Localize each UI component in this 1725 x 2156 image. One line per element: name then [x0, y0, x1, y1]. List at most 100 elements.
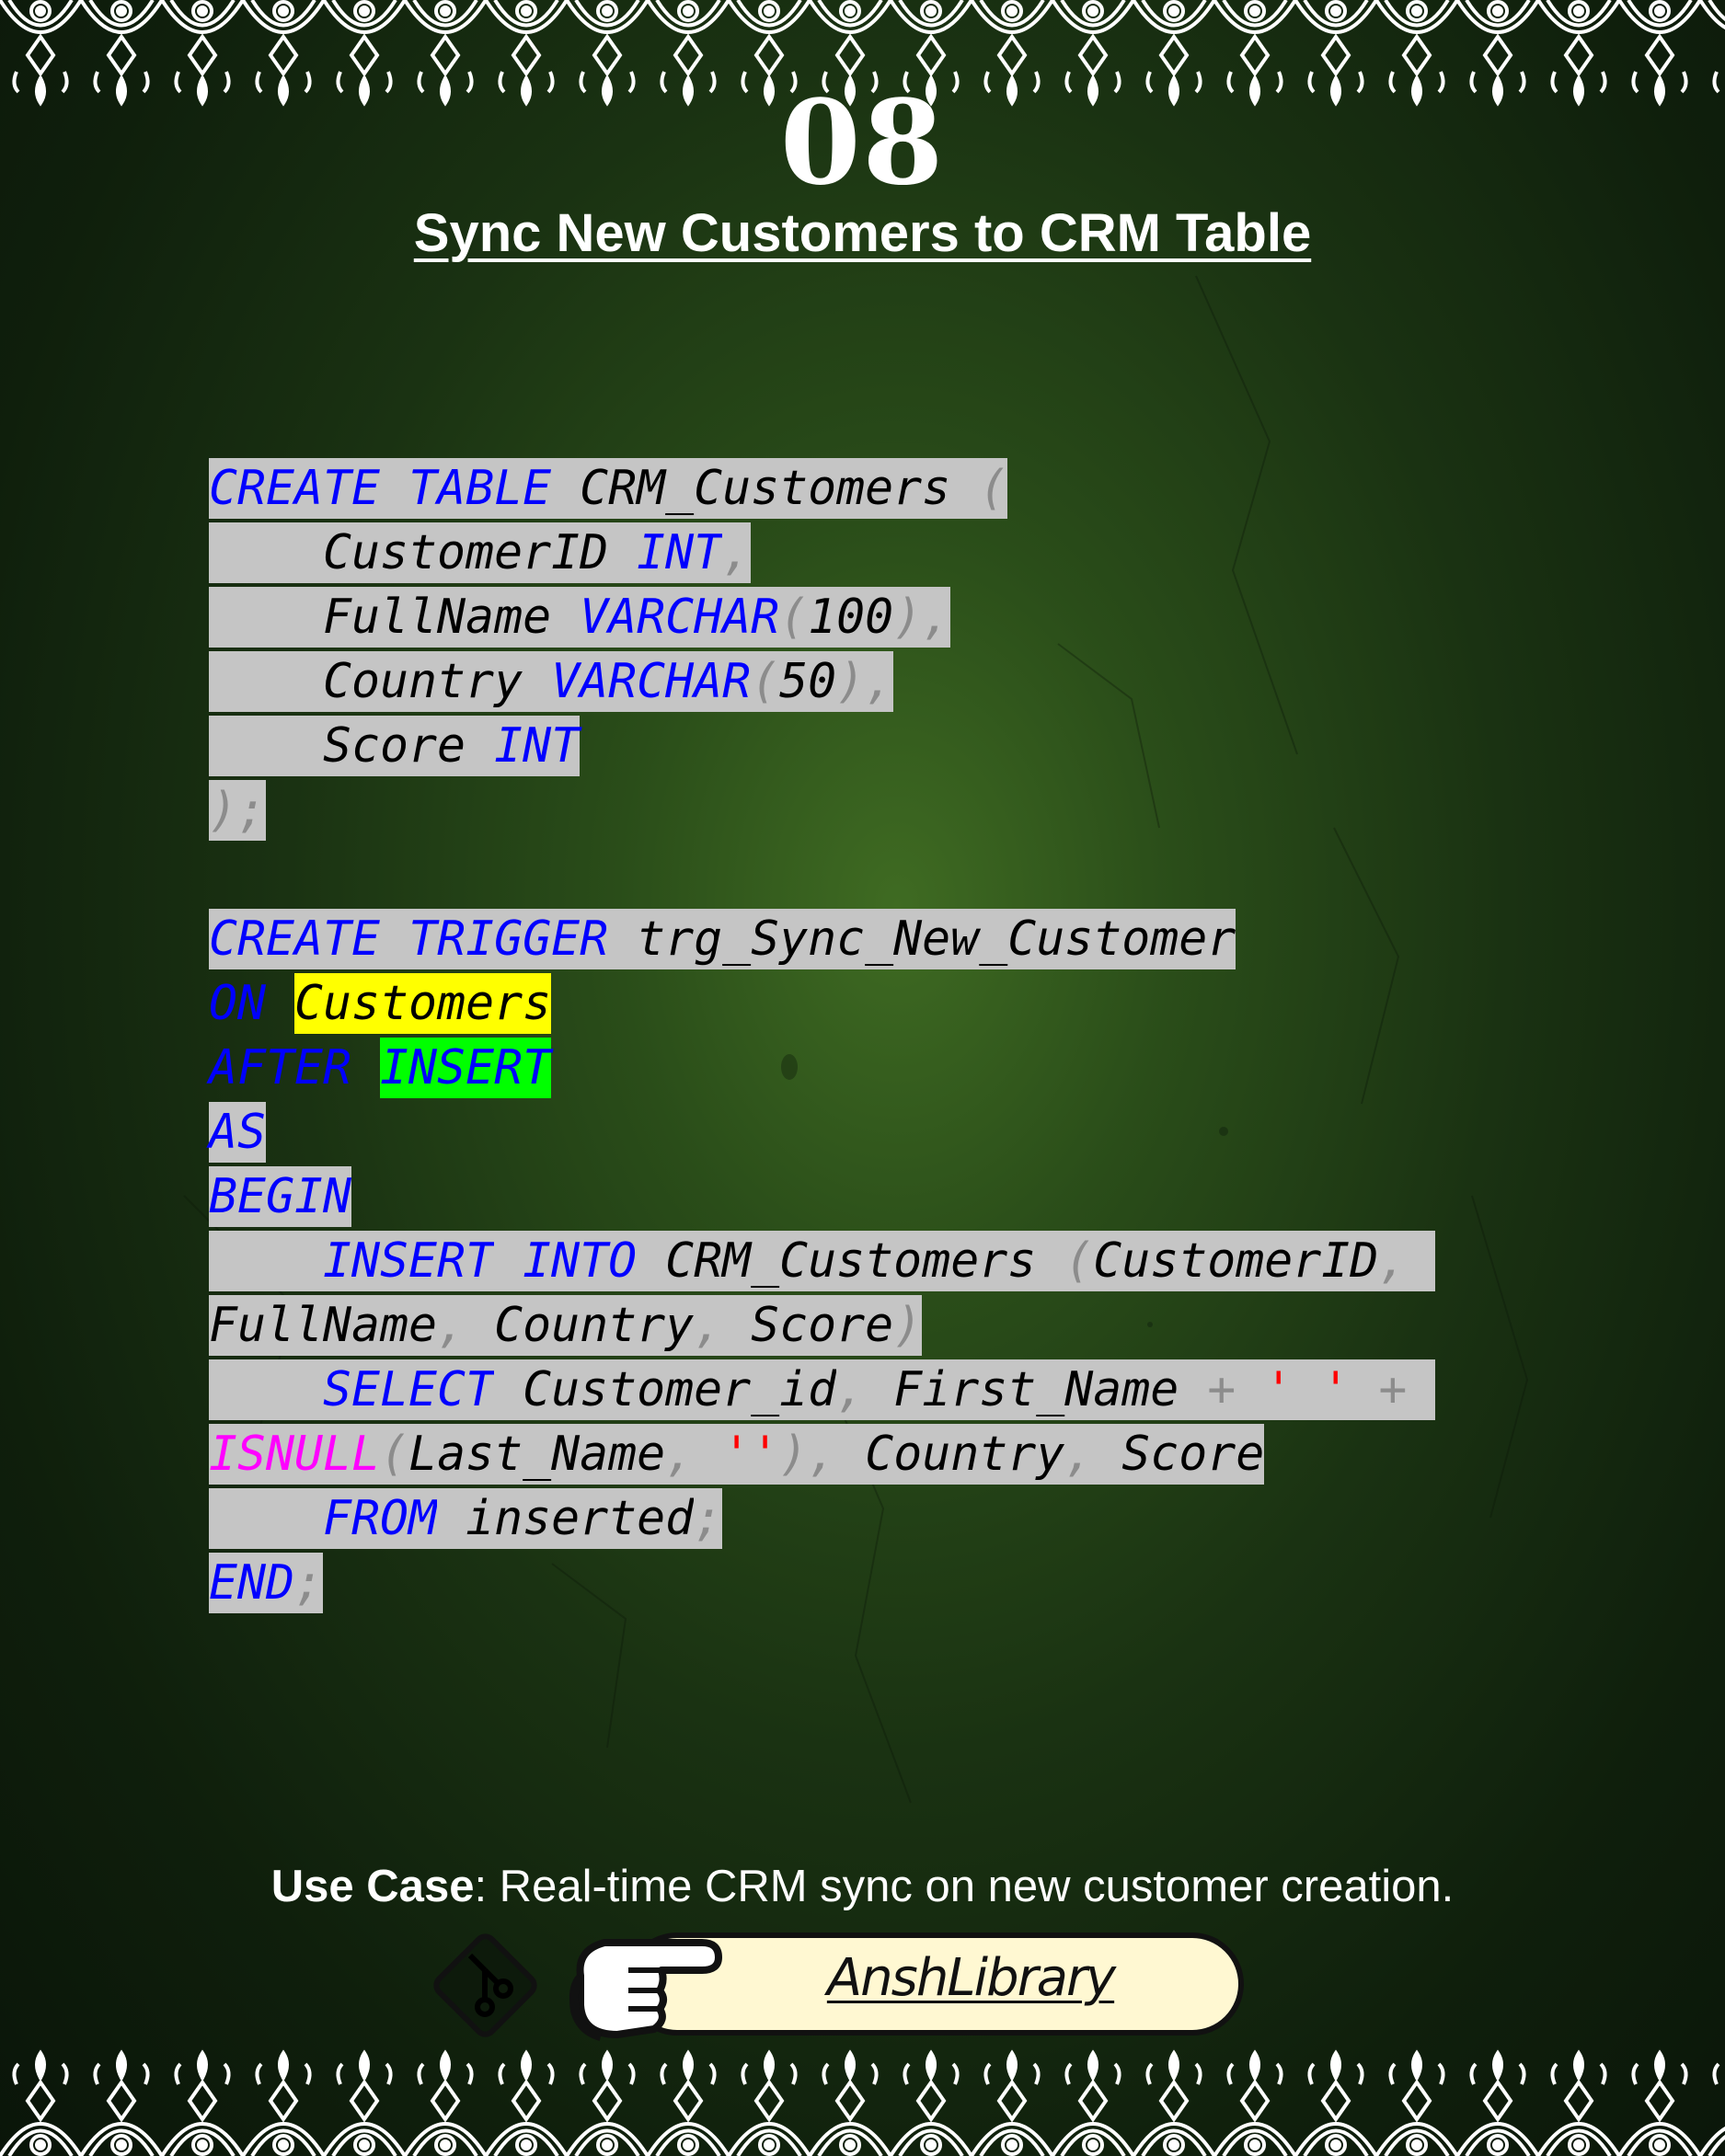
code-token-identifier: Country [494, 1295, 695, 1356]
code-line: END; [209, 1551, 1435, 1615]
code-token-indent [1093, 1424, 1122, 1485]
code-token-indent [1236, 1359, 1265, 1420]
code-token-keyword: SELECT [323, 1359, 495, 1420]
code-token-identifier: Customers [294, 973, 552, 1034]
code-line: ON Customers [209, 971, 1435, 1036]
code-token-identifier: First_Name [893, 1359, 1179, 1420]
code-token-indent [1350, 1359, 1379, 1420]
code-line: FullName, Country, Score) [209, 1293, 1435, 1358]
code-token-identifier: Country [323, 651, 523, 712]
code-token-indent [1179, 1359, 1208, 1420]
code-token-identifier: Score [1121, 1424, 1265, 1485]
code-token-indent [494, 1359, 523, 1420]
code-token-identifier: CustomerID [1093, 1231, 1379, 1291]
code-token-punctuation: ), [893, 587, 951, 648]
code-token-identifier: FullName [323, 587, 552, 648]
code-token-keyword: VARCHAR [580, 587, 780, 648]
code-token-indent [494, 1231, 523, 1291]
code-token-punctuation: ; [694, 1488, 723, 1549]
code-token-punctuation: , [1378, 1231, 1408, 1291]
code-token-identifier: CRM_Customers [580, 458, 951, 519]
code-line: SELECT Customer_id, First_Name + ' ' + [209, 1358, 1436, 1422]
code-token-keyword: AFTER [209, 1040, 352, 1095]
code-token-keyword: CREATE [209, 458, 381, 519]
code-token-indent [551, 458, 581, 519]
code-block: CREATE TABLE CRM_Customers ( CustomerID … [209, 456, 1436, 1615]
code-line: CustomerID INT, [209, 521, 1435, 585]
code-token-punctuation: ) [893, 1295, 923, 1356]
code-token-keyword: INSERT [380, 1038, 552, 1098]
code-token-indent [836, 1424, 866, 1485]
code-token-indent [437, 1488, 466, 1549]
code-token-indent [380, 909, 409, 969]
code-token-keyword: VARCHAR [551, 651, 752, 712]
code-token-keyword: AS [209, 1102, 267, 1163]
git-diamond-icon [433, 1933, 537, 2037]
code-token-indent [209, 587, 324, 648]
code-token-punctuation: ; [294, 1553, 324, 1613]
code-line: Score INT [209, 714, 1435, 778]
code-token-identifier: Country [865, 1424, 1065, 1485]
code-token-indent [209, 1359, 324, 1420]
brand-name[interactable]: AnshLibrary [764, 1948, 1178, 2008]
code-token-indent [266, 973, 294, 1034]
decorative-border-bottom [0, 2051, 1725, 2156]
code-token-identifier: trg_Sync_New_Customer [637, 909, 1236, 969]
code-token-indent [1407, 1231, 1436, 1291]
code-line: AS [209, 1100, 1435, 1164]
code-token-punctuation: ( [751, 651, 780, 712]
code-token-punctuation: , [694, 1295, 723, 1356]
code-line: INSERT INTO CRM_Customers (CustomerID, [209, 1229, 1436, 1293]
code-token-punctuation: , [1064, 1424, 1094, 1485]
code-token-punctuation: , [836, 1359, 866, 1420]
code-token-indent [209, 716, 324, 776]
code-token-punctuation: ( [979, 458, 1008, 519]
code-token-punctuation: , [722, 522, 752, 583]
code-token-number: 50 [779, 651, 837, 712]
code-token-keyword: INTO [523, 1231, 638, 1291]
code-token-keyword: TABLE [408, 458, 552, 519]
code-token-keyword: TRIGGER [408, 909, 609, 969]
code-token-indent [209, 1231, 324, 1291]
code-token-keyword: INT [637, 522, 723, 583]
code-token-keyword: BEGIN [209, 1166, 352, 1227]
code-token-indent [608, 909, 638, 969]
code-token-identifier: Last_Name [408, 1424, 666, 1485]
code-line: BEGIN [209, 1164, 1435, 1229]
code-token-function: ISNULL [209, 1424, 381, 1485]
page-title-wrapper: Sync New Customers to CRM Table [0, 204, 1725, 263]
code-line: CREATE TRIGGER trg_Sync_New_Customer [209, 907, 1435, 971]
code-token-punctuation: + [1207, 1359, 1236, 1420]
code-token-indent [694, 1424, 723, 1485]
code-token-punctuation: , [437, 1295, 466, 1356]
code-token-string: ' ' [1264, 1359, 1351, 1420]
code-token-indent [209, 522, 324, 583]
code-token-punctuation: ), [836, 651, 894, 712]
page-number: 08 [779, 75, 946, 211]
code-token-keyword: ON [209, 976, 267, 1031]
code-token-keyword: FROM [323, 1488, 438, 1549]
code-token-punctuation: ), [779, 1424, 837, 1485]
code-token-indent [865, 1359, 894, 1420]
code-line: ISNULL(Last_Name, ''), Country, Score [209, 1422, 1435, 1486]
code-token-identifier: FullName [209, 1295, 438, 1356]
code-line: FullName VARCHAR(100), [209, 585, 1435, 649]
code-token-indent [1407, 1359, 1436, 1420]
code-token-punctuation: ( [1064, 1231, 1094, 1291]
code-token-indent [380, 458, 409, 519]
code-token-identifier: CustomerID [323, 522, 609, 583]
use-case: Use Case: Real-time CRM sync on new cust… [0, 1860, 1725, 1914]
code-token-identifier: Score [751, 1295, 894, 1356]
pointing-hand-icon [569, 1939, 722, 2041]
code-token-indent [523, 651, 552, 712]
code-token-indent [722, 1295, 752, 1356]
code-line: Country VARCHAR(50), [209, 649, 1435, 714]
code-token-indent [1036, 1231, 1065, 1291]
code-token-indent [209, 651, 324, 712]
brand-badge: AnshLibrary [428, 1922, 1256, 2042]
use-case-label: Use Case [270, 1862, 475, 1911]
code-token-number: 100 [808, 587, 894, 648]
code-token-indent [209, 1488, 324, 1549]
code-token-indent [351, 1038, 380, 1098]
page-title: Sync New Customers to CRM Table [413, 203, 1312, 263]
